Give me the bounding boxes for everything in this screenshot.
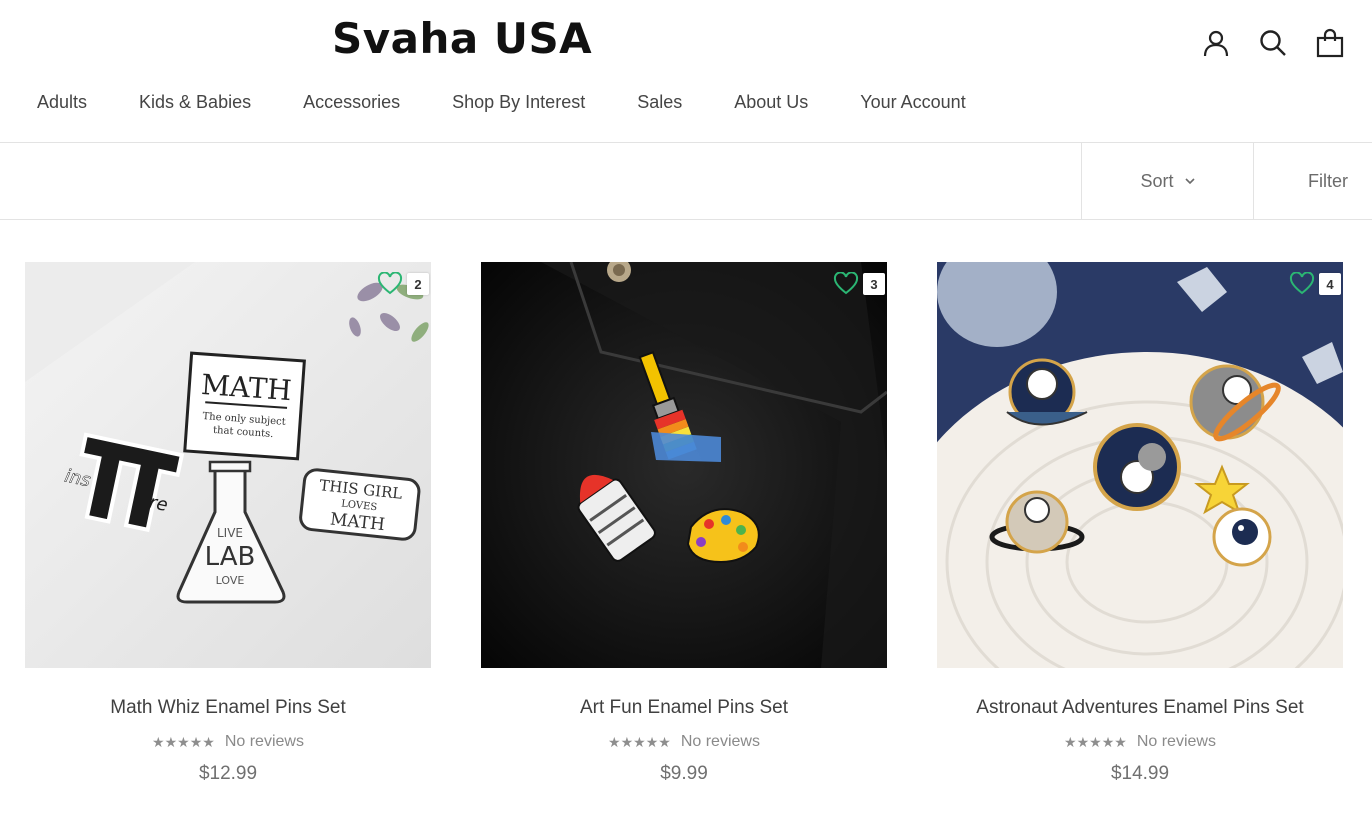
collection-toolbar: Sort Filter	[0, 143, 1372, 220]
wishlist-button[interactable]: 2	[377, 272, 429, 296]
product-price: $9.99	[660, 763, 708, 784]
nav-kids-babies[interactable]: Kids & Babies	[139, 92, 251, 113]
product-card: 4 Astronaut Adventures Enamel Pins Set ★…	[937, 262, 1343, 785]
math-card-text: MATH	[200, 368, 293, 407]
product-title[interactable]: Art Fun Enamel Pins Set	[481, 697, 887, 719]
astronaut-pins-illustration	[937, 262, 1343, 668]
chevron-down-icon	[1184, 178, 1195, 185]
nav-accessories[interactable]: Accessories	[303, 92, 400, 113]
svg-text:LOVE: LOVE	[216, 574, 245, 587]
product-title[interactable]: Math Whiz Enamel Pins Set	[25, 697, 431, 719]
heart-icon	[1289, 272, 1315, 295]
nav-your-account[interactable]: Your Account	[860, 92, 965, 113]
wishlist-count: 3	[863, 273, 885, 295]
product-reviews: ★★★★★ No reviews	[481, 733, 887, 751]
product-title[interactable]: Astronaut Adventures Enamel Pins Set	[937, 697, 1343, 719]
wishlist-count: 4	[1319, 273, 1341, 295]
svg-text:LAB: LAB	[205, 542, 256, 572]
reviews-text: No reviews	[1136, 733, 1216, 750]
star-rating-icon: ★★★★★	[152, 733, 215, 750]
reviews-text: No reviews	[680, 733, 760, 750]
product-reviews: ★★★★★ No reviews	[25, 733, 431, 751]
filter-label: Filter	[1308, 170, 1348, 191]
math-pins-illustration: MATH The only subject that counts. ins r…	[25, 262, 431, 668]
star-rating-icon: ★★★★★	[1064, 733, 1127, 750]
filter-button[interactable]: Filter	[1253, 143, 1372, 219]
wishlist-button[interactable]: 4	[1289, 272, 1341, 296]
wishlist-button[interactable]: 3	[833, 272, 885, 296]
header-actions	[1199, 26, 1346, 60]
heart-icon	[833, 272, 859, 295]
nav-about-us[interactable]: About Us	[734, 92, 808, 113]
reviews-text: No reviews	[224, 733, 304, 750]
store-logo[interactable]: Svaha USA	[332, 14, 592, 63]
sort-button[interactable]: Sort	[1081, 143, 1254, 219]
nav-shop-by-interest[interactable]: Shop By Interest	[452, 92, 585, 113]
product-card: 3 Art Fun Enamel Pins Set ★★★★★ No revie…	[481, 262, 887, 785]
main-navigation: Adults Kids & Babies Accessories Shop By…	[37, 92, 1018, 113]
nav-sales[interactable]: Sales	[637, 92, 682, 113]
product-image-art-fun[interactable]: 3	[481, 262, 887, 668]
cart-bag-icon[interactable]	[1313, 26, 1346, 60]
sort-label: Sort	[1140, 170, 1174, 191]
svg-text:LIVE: LIVE	[217, 526, 243, 540]
product-image-astronaut-adventures[interactable]: 4	[937, 262, 1343, 668]
nav-adults[interactable]: Adults	[37, 92, 87, 113]
search-icon[interactable]	[1256, 26, 1289, 60]
account-icon[interactable]	[1199, 26, 1232, 60]
product-image-math-whiz[interactable]: MATH The only subject that counts. ins r…	[25, 262, 431, 668]
product-price: $12.99	[198, 763, 258, 784]
site-header: Svaha USA Adults Kids & Babies Accessori…	[0, 0, 1372, 143]
product-reviews: ★★★★★ No reviews	[937, 733, 1343, 751]
heart-icon	[377, 272, 403, 295]
product-price: $14.99	[1110, 763, 1170, 784]
art-pins-illustration	[481, 262, 887, 668]
product-card: MATH The only subject that counts. ins r…	[25, 262, 431, 785]
star-rating-icon: ★★★★★	[608, 733, 671, 750]
wishlist-count: 2	[407, 273, 429, 295]
